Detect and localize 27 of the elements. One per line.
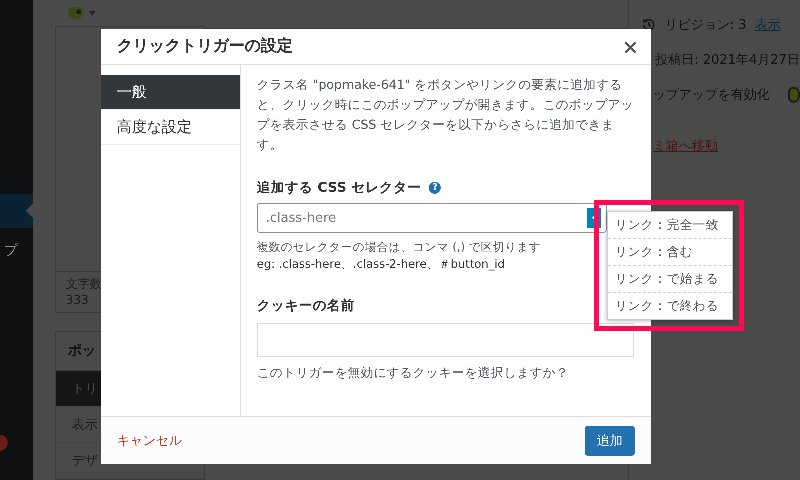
suggestion-option[interactable]: リンク：完全一致	[608, 212, 732, 238]
revisions-label: リビジョン: 3	[665, 17, 747, 34]
suggestion-option[interactable]: リンク：で始まる	[608, 265, 732, 292]
enable-popup-label: ップアップを有効化	[653, 87, 770, 104]
leaf-icon[interactable]	[67, 6, 85, 20]
enable-toggle[interactable]	[788, 87, 800, 103]
selector-label: 追加する CSS セレクター	[257, 179, 422, 197]
publish-date: 投稿日: 2021年4月27日	[656, 52, 800, 69]
menu-item[interactable]: プ	[0, 228, 33, 260]
cookie-hint: このトリガーを無効にするクッキーを選択しますか？	[257, 365, 570, 382]
close-button[interactable]: ×	[622, 34, 639, 58]
suggestion-option[interactable]: リンク：で終わる	[608, 292, 732, 319]
caret-icon[interactable]	[89, 10, 96, 16]
cookie-label: クッキーの名前	[257, 297, 355, 315]
help-icon[interactable]: ?	[429, 182, 442, 194]
add-button[interactable]: 追加	[585, 426, 635, 456]
dialog-title: クリックトリガーの設定	[117, 36, 293, 57]
cookie-input-field[interactable]	[257, 323, 634, 357]
dialog-tab[interactable]: 高度な設定	[101, 110, 240, 145]
selector-example: eg: .class-here、.class-2-here、＃button_id	[257, 256, 506, 273]
cancel-link[interactable]: キャンセル	[117, 432, 182, 450]
selector-hint: 複数のセレクターの場合は、コンマ (,) で区切ります	[257, 239, 541, 256]
suggestion-option[interactable]: リンク：含む	[608, 238, 732, 265]
menu-item-highlight[interactable]	[0, 194, 33, 228]
description-text: クラス名 "popmake-641" をボタンやリンクの要素に追加すると、クリック時にこのポップアップが開きます。このポップアップを表示させる CSS セレクターを以下からさらに追加できます。	[257, 76, 635, 154]
dialog-tab[interactable]: 一般	[101, 75, 240, 110]
history-icon	[641, 17, 657, 33]
